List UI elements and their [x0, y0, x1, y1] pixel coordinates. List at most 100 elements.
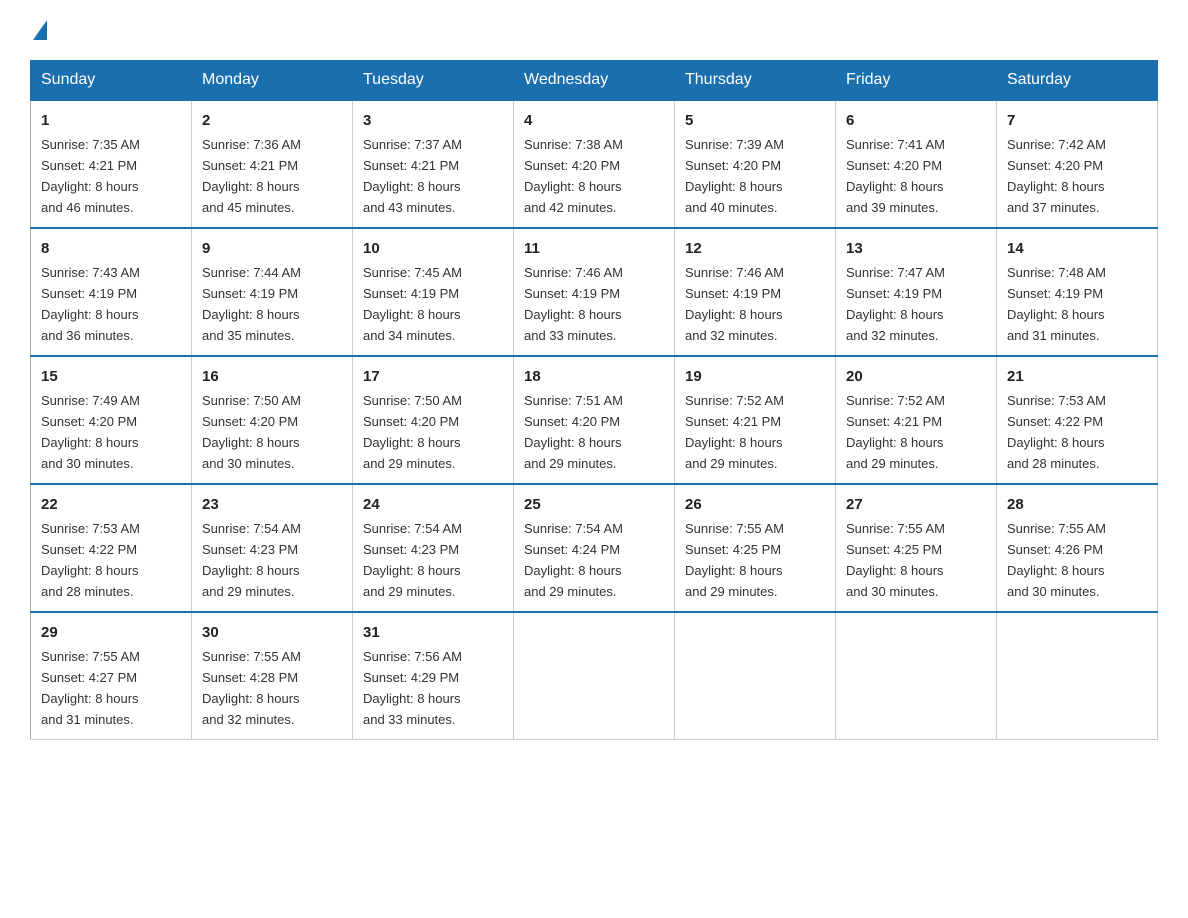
day-number: 10: [363, 237, 503, 260]
day-info: Sunrise: 7:41 AMSunset: 4:20 PMDaylight:…: [846, 137, 945, 215]
day-number: 25: [524, 493, 664, 516]
day-number: 23: [202, 493, 342, 516]
day-number: 9: [202, 237, 342, 260]
calendar-cell: 17 Sunrise: 7:50 AMSunset: 4:20 PMDaylig…: [353, 356, 514, 484]
day-number: 12: [685, 237, 825, 260]
day-info: Sunrise: 7:37 AMSunset: 4:21 PMDaylight:…: [363, 137, 462, 215]
day-number: 24: [363, 493, 503, 516]
calendar-cell: 30 Sunrise: 7:55 AMSunset: 4:28 PMDaylig…: [192, 612, 353, 739]
day-number: 19: [685, 365, 825, 388]
day-number: 11: [524, 237, 664, 260]
day-number: 30: [202, 621, 342, 644]
day-number: 31: [363, 621, 503, 644]
calendar-cell: 16 Sunrise: 7:50 AMSunset: 4:20 PMDaylig…: [192, 356, 353, 484]
logo-triangle-icon: [33, 20, 47, 40]
day-info: Sunrise: 7:49 AMSunset: 4:20 PMDaylight:…: [41, 393, 140, 471]
day-info: Sunrise: 7:35 AMSunset: 4:21 PMDaylight:…: [41, 137, 140, 215]
day-info: Sunrise: 7:52 AMSunset: 4:21 PMDaylight:…: [846, 393, 945, 471]
calendar-cell: 4 Sunrise: 7:38 AMSunset: 4:20 PMDayligh…: [514, 100, 675, 228]
logo: [30, 20, 47, 42]
day-info: Sunrise: 7:54 AMSunset: 4:23 PMDaylight:…: [202, 521, 301, 599]
calendar-cell: 15 Sunrise: 7:49 AMSunset: 4:20 PMDaylig…: [31, 356, 192, 484]
day-number: 26: [685, 493, 825, 516]
day-info: Sunrise: 7:54 AMSunset: 4:24 PMDaylight:…: [524, 521, 623, 599]
day-number: 3: [363, 109, 503, 132]
calendar-cell: 29 Sunrise: 7:55 AMSunset: 4:27 PMDaylig…: [31, 612, 192, 739]
week-row-4: 22 Sunrise: 7:53 AMSunset: 4:22 PMDaylig…: [31, 484, 1158, 612]
day-number: 20: [846, 365, 986, 388]
day-info: Sunrise: 7:42 AMSunset: 4:20 PMDaylight:…: [1007, 137, 1106, 215]
day-number: 17: [363, 365, 503, 388]
day-info: Sunrise: 7:38 AMSunset: 4:20 PMDaylight:…: [524, 137, 623, 215]
week-row-3: 15 Sunrise: 7:49 AMSunset: 4:20 PMDaylig…: [31, 356, 1158, 484]
weekday-header-saturday: Saturday: [997, 61, 1158, 101]
day-info: Sunrise: 7:46 AMSunset: 4:19 PMDaylight:…: [685, 265, 784, 343]
calendar-cell: 20 Sunrise: 7:52 AMSunset: 4:21 PMDaylig…: [836, 356, 997, 484]
calendar-cell: 13 Sunrise: 7:47 AMSunset: 4:19 PMDaylig…: [836, 228, 997, 356]
calendar-table: SundayMondayTuesdayWednesdayThursdayFrid…: [30, 60, 1158, 740]
calendar-cell: 5 Sunrise: 7:39 AMSunset: 4:20 PMDayligh…: [675, 100, 836, 228]
weekday-header-sunday: Sunday: [31, 61, 192, 101]
weekday-header-wednesday: Wednesday: [514, 61, 675, 101]
day-number: 21: [1007, 365, 1147, 388]
week-row-1: 1 Sunrise: 7:35 AMSunset: 4:21 PMDayligh…: [31, 100, 1158, 228]
day-number: 22: [41, 493, 181, 516]
day-number: 15: [41, 365, 181, 388]
day-info: Sunrise: 7:54 AMSunset: 4:23 PMDaylight:…: [363, 521, 462, 599]
day-info: Sunrise: 7:43 AMSunset: 4:19 PMDaylight:…: [41, 265, 140, 343]
calendar-cell: 2 Sunrise: 7:36 AMSunset: 4:21 PMDayligh…: [192, 100, 353, 228]
day-info: Sunrise: 7:53 AMSunset: 4:22 PMDaylight:…: [1007, 393, 1106, 471]
day-info: Sunrise: 7:51 AMSunset: 4:20 PMDaylight:…: [524, 393, 623, 471]
calendar-cell: 21 Sunrise: 7:53 AMSunset: 4:22 PMDaylig…: [997, 356, 1158, 484]
day-number: 27: [846, 493, 986, 516]
calendar-cell: 23 Sunrise: 7:54 AMSunset: 4:23 PMDaylig…: [192, 484, 353, 612]
day-info: Sunrise: 7:47 AMSunset: 4:19 PMDaylight:…: [846, 265, 945, 343]
day-number: 5: [685, 109, 825, 132]
day-info: Sunrise: 7:52 AMSunset: 4:21 PMDaylight:…: [685, 393, 784, 471]
weekday-header-row: SundayMondayTuesdayWednesdayThursdayFrid…: [31, 61, 1158, 101]
day-info: Sunrise: 7:56 AMSunset: 4:29 PMDaylight:…: [363, 649, 462, 727]
day-number: 4: [524, 109, 664, 132]
day-info: Sunrise: 7:55 AMSunset: 4:28 PMDaylight:…: [202, 649, 301, 727]
day-info: Sunrise: 7:46 AMSunset: 4:19 PMDaylight:…: [524, 265, 623, 343]
calendar-cell: 25 Sunrise: 7:54 AMSunset: 4:24 PMDaylig…: [514, 484, 675, 612]
header: [30, 20, 1158, 42]
day-info: Sunrise: 7:45 AMSunset: 4:19 PMDaylight:…: [363, 265, 462, 343]
week-row-2: 8 Sunrise: 7:43 AMSunset: 4:19 PMDayligh…: [31, 228, 1158, 356]
day-info: Sunrise: 7:50 AMSunset: 4:20 PMDaylight:…: [202, 393, 301, 471]
day-info: Sunrise: 7:55 AMSunset: 4:27 PMDaylight:…: [41, 649, 140, 727]
day-info: Sunrise: 7:36 AMSunset: 4:21 PMDaylight:…: [202, 137, 301, 215]
calendar-cell: 1 Sunrise: 7:35 AMSunset: 4:21 PMDayligh…: [31, 100, 192, 228]
calendar-cell: 8 Sunrise: 7:43 AMSunset: 4:19 PMDayligh…: [31, 228, 192, 356]
calendar-cell: 22 Sunrise: 7:53 AMSunset: 4:22 PMDaylig…: [31, 484, 192, 612]
calendar-cell: 24 Sunrise: 7:54 AMSunset: 4:23 PMDaylig…: [353, 484, 514, 612]
day-number: 13: [846, 237, 986, 260]
day-number: 8: [41, 237, 181, 260]
calendar-cell: [514, 612, 675, 739]
calendar-cell: 31 Sunrise: 7:56 AMSunset: 4:29 PMDaylig…: [353, 612, 514, 739]
weekday-header-friday: Friday: [836, 61, 997, 101]
calendar-cell: [997, 612, 1158, 739]
weekday-header-monday: Monday: [192, 61, 353, 101]
day-number: 28: [1007, 493, 1147, 516]
calendar-cell: 10 Sunrise: 7:45 AMSunset: 4:19 PMDaylig…: [353, 228, 514, 356]
day-info: Sunrise: 7:39 AMSunset: 4:20 PMDaylight:…: [685, 137, 784, 215]
day-number: 18: [524, 365, 664, 388]
day-number: 14: [1007, 237, 1147, 260]
day-number: 1: [41, 109, 181, 132]
day-info: Sunrise: 7:55 AMSunset: 4:26 PMDaylight:…: [1007, 521, 1106, 599]
day-number: 16: [202, 365, 342, 388]
calendar-cell: 27 Sunrise: 7:55 AMSunset: 4:25 PMDaylig…: [836, 484, 997, 612]
calendar-cell: 26 Sunrise: 7:55 AMSunset: 4:25 PMDaylig…: [675, 484, 836, 612]
calendar-cell: [836, 612, 997, 739]
day-number: 2: [202, 109, 342, 132]
calendar-cell: 9 Sunrise: 7:44 AMSunset: 4:19 PMDayligh…: [192, 228, 353, 356]
calendar-cell: 18 Sunrise: 7:51 AMSunset: 4:20 PMDaylig…: [514, 356, 675, 484]
day-info: Sunrise: 7:55 AMSunset: 4:25 PMDaylight:…: [685, 521, 784, 599]
calendar-cell: 6 Sunrise: 7:41 AMSunset: 4:20 PMDayligh…: [836, 100, 997, 228]
day-info: Sunrise: 7:44 AMSunset: 4:19 PMDaylight:…: [202, 265, 301, 343]
calendar-cell: 12 Sunrise: 7:46 AMSunset: 4:19 PMDaylig…: [675, 228, 836, 356]
weekday-header-thursday: Thursday: [675, 61, 836, 101]
calendar-cell: 14 Sunrise: 7:48 AMSunset: 4:19 PMDaylig…: [997, 228, 1158, 356]
calendar-cell: 7 Sunrise: 7:42 AMSunset: 4:20 PMDayligh…: [997, 100, 1158, 228]
